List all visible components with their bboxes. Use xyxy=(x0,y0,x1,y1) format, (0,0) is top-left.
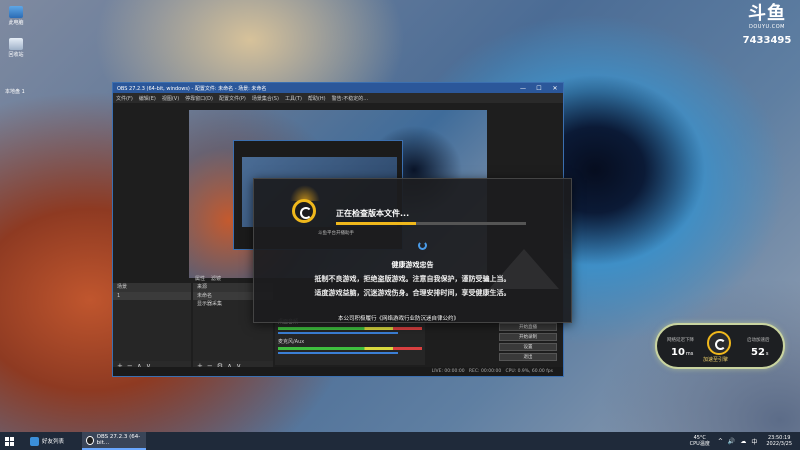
filters-button[interactable]: 滤镜 xyxy=(211,275,221,282)
boost-number: 52 xyxy=(751,347,765,358)
taskbar-app-obs[interactable]: OBS 27.2.3 (64-bit... xyxy=(82,432,147,450)
volume-meter xyxy=(278,347,422,350)
volume-slider[interactable] xyxy=(278,352,398,354)
update-progress xyxy=(336,222,526,225)
desktop-icon-label: 回收站 xyxy=(8,52,24,58)
start-button[interactable] xyxy=(0,432,18,450)
boost-label: 启动加速后 xyxy=(747,338,770,343)
douyu-assistant-logo-icon xyxy=(292,199,316,223)
update-title: 正在检查版本文件... xyxy=(336,209,410,218)
latency-value: 10ms xyxy=(671,347,693,358)
menu-view[interactable]: 视图(V) xyxy=(159,95,182,102)
notice-line: 适度游戏益脑，沉迷游戏伤身。合理安排时间，享受健康生活。 xyxy=(314,289,511,297)
minimize-icon[interactable]: — xyxy=(515,85,531,92)
douyu-watermark: 斗鱼 DOUYU.COM 7433495 xyxy=(742,3,792,47)
notice-line: 抵制不良游戏，拒绝盗版游戏。注意自我保护，谨防受骗上当。 xyxy=(314,275,511,283)
taskbar: 好友列表 OBS 27.2.3 (64-bit... 45°C CPU温度 ^ … xyxy=(0,432,800,450)
properties-button[interactable]: 属性 xyxy=(195,275,205,282)
start-streaming-button[interactable]: 开始直播 xyxy=(499,323,557,331)
accelerator-logo-icon[interactable] xyxy=(707,331,731,355)
menu-docks[interactable]: 停靠窗口(D) xyxy=(182,95,216,102)
exit-button[interactable]: 退出 xyxy=(499,353,557,361)
clock-date: 2022/3/25 xyxy=(766,441,792,447)
windows-logo-icon xyxy=(4,436,14,446)
cpu-temp-widget[interactable]: 45°C CPU温度 xyxy=(690,435,710,447)
volume-meter xyxy=(278,327,422,330)
compliance-text: 本公司积极履行《网络游戏行业防沉迷自律公约》 xyxy=(338,316,460,322)
desktop-icon-recycle-bin[interactable]: 回收站 xyxy=(3,38,29,58)
friends-app-icon xyxy=(30,436,39,446)
menu-help[interactable]: 帮助(H) xyxy=(305,95,329,102)
input-method-icon[interactable]: 中 xyxy=(751,437,757,446)
studio-mode-button[interactable]: 设置 xyxy=(499,343,557,351)
close-icon[interactable]: ✕ xyxy=(547,85,563,92)
update-dialog: 正在检查版本文件... 斗鱼平台开播助手 健康游戏忠告 抵制不良游戏，拒绝盗版游… xyxy=(253,178,572,323)
taskbar-app-label: OBS 27.2.3 (64-bit... xyxy=(96,434,141,446)
obs-title: OBS 27.2.3 (64-bit, windows) - 配置文件: 未命名… xyxy=(117,85,267,92)
cloud-icon[interactable]: ☁ xyxy=(740,438,746,445)
desktop-side-label: 本地盘 1 xyxy=(5,89,25,95)
taskbar-app-label: 好友列表 xyxy=(42,439,65,445)
recycle-bin-icon xyxy=(9,38,23,50)
douyu-domain: DOUYU.COM xyxy=(749,24,785,30)
status-live: LIVE: 00:00:00 xyxy=(431,369,465,374)
latency-label: 网络延迟下降 xyxy=(667,338,694,343)
scene-item[interactable]: 1 xyxy=(113,292,191,300)
obs-app-icon xyxy=(86,435,94,445)
boost-value: 52s xyxy=(751,347,769,358)
status-cpu: CPU: 0.9%, 60.00 fps xyxy=(505,369,554,374)
controls-dock: 开始直播 开始录制 设置 退出 xyxy=(499,323,557,365)
scenes-dock: 场景 1 +−∧∨ xyxy=(113,283,191,371)
cpu-temp-label: CPU温度 xyxy=(689,441,710,447)
accelerator-center-label: 加速至引擎 xyxy=(703,357,729,363)
mixer-track-label: 麦克风/Aux xyxy=(278,339,305,345)
douyu-logo: 斗鱼 xyxy=(748,3,786,24)
system-tray: 45°C CPU温度 ^ 🔊 ☁ 中 23:50:19 2022/3/25 xyxy=(690,435,800,447)
volume-icon[interactable]: 🔊 xyxy=(728,438,735,445)
menu-file[interactable]: 文件(F) xyxy=(113,95,136,102)
menu-warning[interactable]: 警告:不稳定的... xyxy=(329,95,371,102)
accelerator-widget[interactable]: 网络延迟下降 10ms 加速至引擎 启动加速后 52s xyxy=(655,323,785,369)
menu-profile[interactable]: 配置文件(P) xyxy=(216,95,249,102)
start-recording-button[interactable]: 开始录制 xyxy=(499,333,557,341)
loading-spinner-icon xyxy=(418,241,427,250)
room-id: 7433495 xyxy=(742,35,792,46)
source-toolbar: 属性 滤镜 xyxy=(195,275,221,282)
computer-icon xyxy=(9,6,23,18)
desktop-icon-computer[interactable]: 此电脑 xyxy=(3,6,29,26)
update-sub: 斗鱼平台开播助手 xyxy=(318,231,354,236)
taskbar-app-friends[interactable]: 好友列表 xyxy=(26,432,68,450)
maximize-icon[interactable]: ☐ xyxy=(531,85,547,92)
obs-titlebar[interactable]: OBS 27.2.3 (64-bit, windows) - 配置文件: 未命名… xyxy=(113,83,563,93)
menu-tools[interactable]: 工具(T) xyxy=(282,95,305,102)
boost-unit: s xyxy=(765,351,769,357)
update-progress-fill xyxy=(336,222,416,225)
scenes-header: 场景 xyxy=(113,283,191,292)
menu-edit[interactable]: 编辑(E) xyxy=(136,95,159,102)
obs-statusbar: LIVE: 00:00:00 REC: 00:00:00 CPU: 0.9%, … xyxy=(113,367,563,376)
volume-slider[interactable] xyxy=(278,332,398,334)
clock[interactable]: 23:50:19 2022/3/25 xyxy=(766,435,792,447)
obs-menubar: 文件(F) 编辑(E) 视图(V) 停靠窗口(D) 配置文件(P) 场景集合(S… xyxy=(113,93,563,103)
notice-title: 健康游戏忠告 xyxy=(391,261,434,269)
status-rec: REC: 00:00:00 xyxy=(468,369,502,374)
menu-scene-collection[interactable]: 场景集合(S) xyxy=(249,95,282,102)
latency-number: 10 xyxy=(671,347,685,358)
tray-overflow-icon[interactable]: ^ xyxy=(718,438,723,445)
latency-unit: ms xyxy=(685,351,694,357)
desktop-icon-label: 此电脑 xyxy=(8,20,24,26)
